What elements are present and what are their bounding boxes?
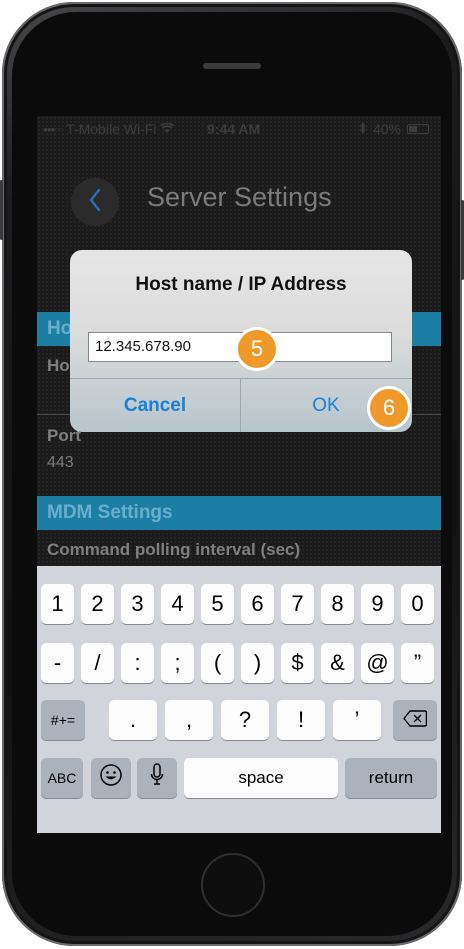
wifi-icon [160,121,175,137]
status-left: ●●●○○ T-Mobile Wi-Fi [43,121,175,137]
bluetooth-icon [359,121,367,137]
key-0[interactable]: 0 [401,584,434,624]
key-6[interactable]: 6 [241,584,274,624]
key-open-paren[interactable]: ( [201,643,234,683]
key-close-paren[interactable]: ) [241,643,274,683]
key-4[interactable]: 4 [161,584,194,624]
space-key[interactable]: space [184,758,338,798]
cancel-button[interactable]: Cancel [70,379,240,432]
key-more-symbols[interactable]: #+= [41,700,85,740]
screen: ●●●○○ T-Mobile Wi-Fi 9:44 AM 40% Server … [37,116,441,833]
delete-key[interactable] [393,700,437,740]
return-key[interactable]: return [345,758,437,798]
home-button[interactable] [201,853,265,917]
section-header-mdm: MDM Settings [37,496,441,530]
dictation-key[interactable] [137,758,177,798]
key-hyphen[interactable]: - [41,643,74,683]
earpiece-speaker [203,63,261,69]
battery-icon [407,124,429,134]
key-apostrophe[interactable]: ’ [333,700,381,740]
key-abc[interactable]: ABC [41,758,83,798]
side-button [0,180,3,240]
key-at[interactable]: @ [361,643,394,683]
key-slash[interactable]: / [81,643,114,683]
host-row-label: Ho [47,356,70,375]
key-9[interactable]: 9 [361,584,394,624]
emoji-key[interactable] [91,758,131,798]
step-badge-6: 6 [367,386,411,430]
battery-percent: 40% [372,121,401,137]
backspace-icon [403,707,428,733]
key-3[interactable]: 3 [121,584,154,624]
carrier-label: T-Mobile Wi-Fi [66,121,157,137]
back-button[interactable] [71,178,119,226]
key-2[interactable]: 2 [81,584,114,624]
status-bar: ●●●○○ T-Mobile Wi-Fi 9:44 AM 40% [37,116,441,140]
emoji-icon [99,763,123,793]
signal-icon: ●●●○○ [43,124,63,134]
key-quote[interactable]: ” [401,643,434,683]
keyboard: 1 2 3 4 5 6 7 8 9 0 - / : ; ( ) $ & @ ” … [37,566,441,833]
dialog-title: Host name / IP Address [135,274,347,295]
port-row-value[interactable]: 443 [47,454,74,472]
key-exclamation[interactable]: ! [277,700,325,740]
key-8[interactable]: 8 [321,584,354,624]
command-polling-label: Command polling interval (sec) [47,540,301,559]
navigation-bar: Server Settings [37,140,441,236]
step-badge-5: 5 [235,327,279,371]
key-5[interactable]: 5 [201,584,234,624]
key-1[interactable]: 1 [41,584,74,624]
key-7[interactable]: 7 [281,584,314,624]
status-time: 9:44 AM [207,121,261,137]
page-title: Server Settings [147,182,332,212]
key-dollar[interactable]: $ [281,643,314,683]
chevron-left-icon [88,188,102,217]
key-comma[interactable]: , [165,700,213,740]
key-colon[interactable]: : [121,643,154,683]
key-ampersand[interactable]: & [321,643,354,683]
status-right: 40% [359,121,429,137]
key-semicolon[interactable]: ; [161,643,194,683]
key-question[interactable]: ? [221,700,269,740]
key-period[interactable]: . [109,700,157,740]
microphone-icon [150,763,164,793]
